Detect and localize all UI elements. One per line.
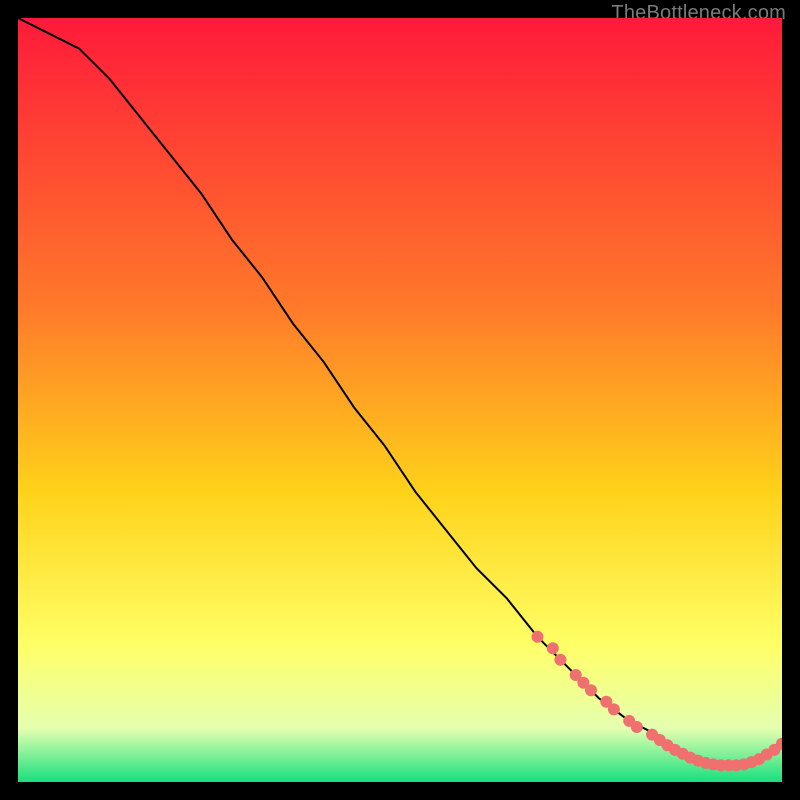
plot-area	[18, 18, 782, 782]
data-marker	[547, 642, 559, 654]
gradient-background	[18, 18, 782, 782]
data-marker	[585, 684, 597, 696]
chart-stage: TheBottleneck.com	[0, 0, 800, 800]
data-marker	[554, 654, 566, 666]
data-marker	[631, 721, 643, 733]
data-marker	[532, 631, 544, 643]
chart-svg	[18, 18, 782, 782]
data-marker	[608, 703, 620, 715]
